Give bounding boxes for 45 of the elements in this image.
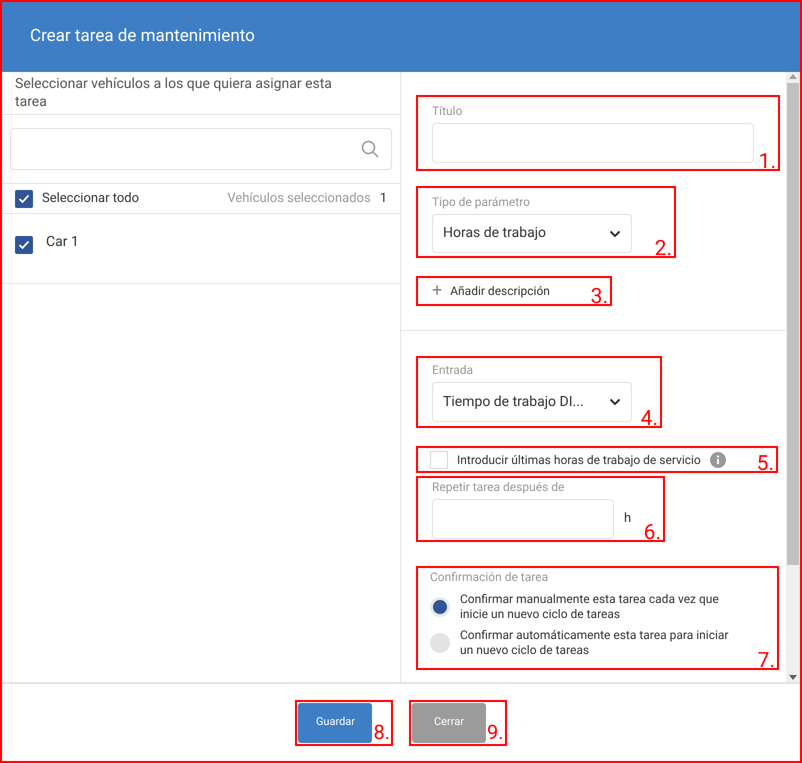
radio-label: Confirmar manualmente esta tarea cada vez que inicie un nuevo ciclo de tareas <box>460 592 720 622</box>
chevron-down-icon <box>609 230 621 238</box>
info-icon <box>710 452 726 468</box>
select-all-label: Seleccionar todo <box>42 190 140 208</box>
field-label: Título <box>432 103 464 120</box>
radio-button[interactable] <box>430 633 450 653</box>
save-button[interactable]: Guardar <box>298 702 372 742</box>
chevron-down-icon <box>609 398 621 406</box>
checkbox[interactable] <box>15 190 33 208</box>
field-label: Repetir tarea después de <box>432 479 566 496</box>
annotation-number: 3. <box>590 287 608 308</box>
search-field[interactable] <box>10 128 392 170</box>
annotation-number: 6. <box>644 523 661 544</box>
annotation-number: 8. <box>373 722 390 742</box>
selected-count-label: Vehículos seleccionados <box>227 190 371 208</box>
radio-label: Confirmar automáticamente esta tarea para iniciar un nuevo ciclo de tareas <box>460 628 730 658</box>
title-input[interactable] <box>432 123 754 163</box>
checkmark-icon <box>18 240 30 250</box>
annotation-number: 1. <box>758 152 776 173</box>
annotation-number: 7. <box>758 651 775 672</box>
annotation-number: 9. <box>487 722 504 742</box>
search-icon <box>361 140 379 158</box>
annotation-number: 4. <box>640 409 658 430</box>
dialog-title: Crear tarea de mantenimiento <box>30 25 255 48</box>
scroll-up-arrow-icon[interactable] <box>789 74 797 79</box>
field-label: Tipo de parámetro <box>432 194 531 211</box>
input-select[interactable]: Tiempo de trabajo DI... <box>432 382 632 422</box>
instruction-text: Seleccionar vehículos a los que quiera asignar esta tarea <box>15 75 333 111</box>
annotation-number: 2. <box>654 239 672 260</box>
checkbox[interactable] <box>15 236 33 254</box>
repeat-input[interactable] <box>432 499 614 539</box>
checkbox-label: Introducir últimas horas de trabajo de servicio <box>457 452 701 468</box>
scrollbar[interactable] <box>786 72 800 682</box>
checkmark-icon <box>18 194 30 204</box>
radio-button[interactable] <box>430 597 450 617</box>
add-description-button[interactable]: + Añadir descripción <box>432 282 550 300</box>
scroll-down-arrow-icon[interactable] <box>789 675 797 680</box>
field-label: Entrada <box>432 362 474 379</box>
unit-label: h <box>624 510 632 528</box>
vehicle-name: Car 1 <box>46 233 79 252</box>
parameter-type-select[interactable]: Horas de trabajo <box>432 214 632 253</box>
checkbox[interactable] <box>430 450 448 468</box>
selected-count: 1 <box>380 190 387 208</box>
annotation-number: 5. <box>756 454 774 475</box>
group-label: Confirmación de tarea <box>430 569 550 586</box>
